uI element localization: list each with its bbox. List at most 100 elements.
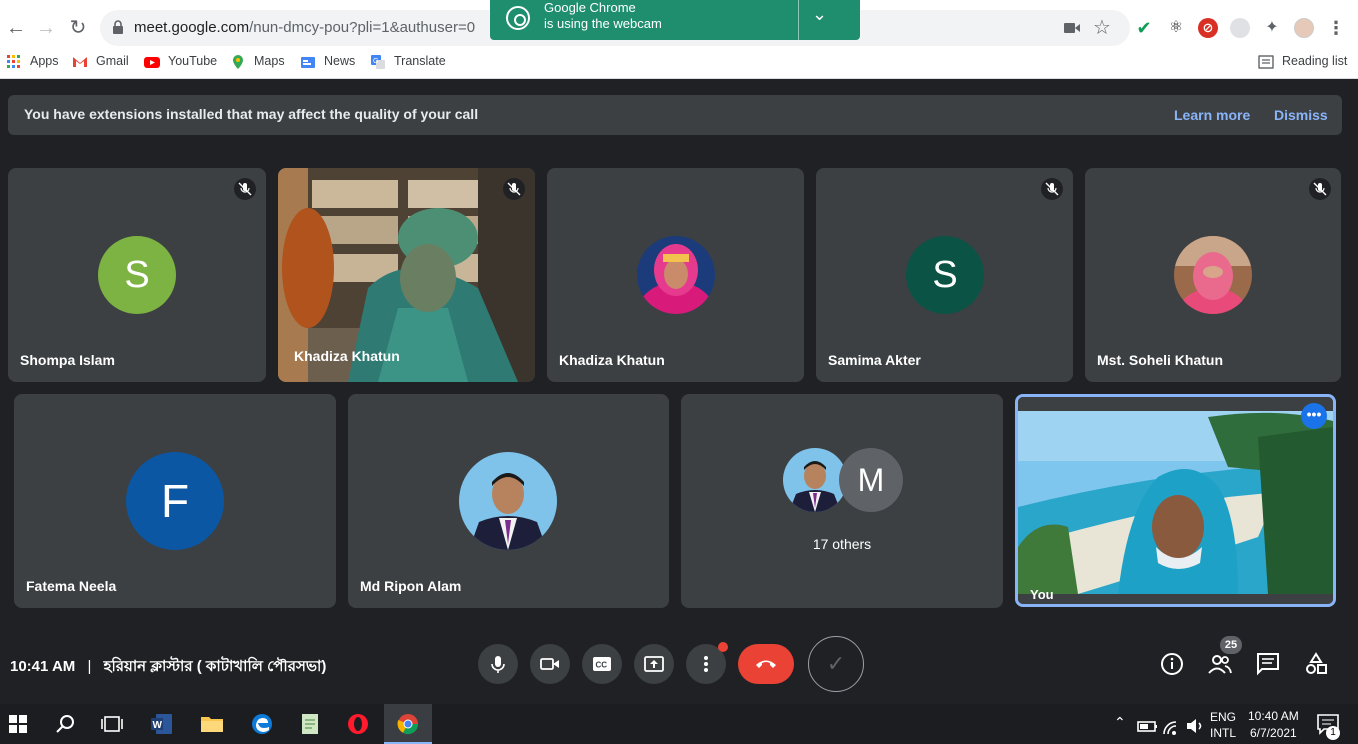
edge-icon[interactable] <box>250 712 274 736</box>
lock-icon <box>113 20 123 34</box>
more-options-icon[interactable]: ••• <box>1301 403 1327 429</box>
apps-grid-icon <box>7 54 20 68</box>
reading-list-button[interactable]: Reading list <box>1258 52 1347 70</box>
present-icon <box>644 656 664 672</box>
participant-name: Fatema Neela <box>26 578 117 594</box>
back-arrow-icon[interactable]: ← <box>4 16 28 40</box>
chevron-up-icon[interactable]: ⌃ <box>1114 714 1126 731</box>
webcam-icon <box>506 6 530 30</box>
notepad-icon[interactable] <box>298 712 322 736</box>
clock-time[interactable]: 10:40 AM <box>1248 709 1299 723</box>
forward-arrow-icon[interactable]: → <box>34 16 58 40</box>
participant-tile[interactable]: Md Ripon Alam <box>348 394 669 608</box>
bookmark-news[interactable]: News <box>300 52 355 70</box>
microphone-button[interactable] <box>478 644 518 684</box>
profile-extension-icon[interactable] <box>1230 18 1250 38</box>
svg-text:W: W <box>153 720 163 731</box>
bookmark-apps[interactable]: Apps <box>6 52 59 70</box>
mic-off-icon <box>503 178 525 200</box>
meeting-title: হরিয়ান ক্লাস্টার ( কাটাখালি পৌরসভা) <box>103 658 327 675</box>
puzzle-extensions-icon[interactable]: ✦ <box>1262 18 1282 38</box>
banner-message: You have extensions installed that may a… <box>24 106 479 122</box>
meeting-info: 10:41 AM | হরিয়ান ক্লাস্টার ( কাটাখালি … <box>10 655 326 680</box>
self-video-feed <box>1018 397 1333 604</box>
bookmark-label: Translate <box>394 54 446 68</box>
bookmark-label: YouTube <box>168 54 218 68</box>
participant-name: You <box>1030 587 1054 602</box>
webcam-indicator-popup: Google Chrome is using the webcam ⌄ <box>490 0 860 40</box>
captions-button[interactable]: CC <box>582 644 622 684</box>
activities-icon[interactable] <box>1304 652 1328 676</box>
participant-name: Samima Akter <box>828 352 921 368</box>
svg-text:CC: CC <box>596 661 608 670</box>
participant-tile[interactable]: M 17 others <box>681 394 1003 608</box>
chrome-menu-icon[interactable]: ⋮ <box>1326 18 1346 38</box>
leave-call-button[interactable] <box>738 644 794 684</box>
microphone-icon <box>491 656 505 673</box>
word-icon[interactable]: W <box>150 712 174 736</box>
bookmark-star-icon[interactable]: ☆ <box>1092 18 1112 38</box>
notification-dot <box>718 642 728 652</box>
participant-tile[interactable]: F Fatema Neela <box>14 394 336 608</box>
chrome-icon <box>397 714 419 735</box>
bookmark-label: Apps <box>30 54 59 68</box>
chat-icon[interactable] <box>1256 652 1280 676</box>
extensions-warning-banner: You have extensions installed that may a… <box>8 95 1342 135</box>
language-layout[interactable]: INTL <box>1210 726 1236 740</box>
translate-icon: G <box>371 54 385 69</box>
reading-list-icon <box>1258 55 1274 69</box>
extension-icon[interactable]: ⚛ <box>1166 18 1186 38</box>
battery-icon[interactable] <box>1136 714 1160 738</box>
separator: | <box>87 658 92 675</box>
mic-off-icon <box>1309 178 1331 200</box>
language-indicator[interactable]: ENG <box>1210 710 1236 724</box>
task-view-icon[interactable] <box>100 712 124 736</box>
popup-divider <box>798 0 799 40</box>
learn-more-link[interactable]: Learn more <box>1174 107 1250 123</box>
camera-indicator-icon[interactable] <box>1062 18 1082 38</box>
bookmark-label: News <box>324 54 356 68</box>
present-screen-button[interactable] <box>634 644 674 684</box>
participant-name: Khadiza Khatun <box>559 352 665 368</box>
camera-button[interactable] <box>530 644 570 684</box>
checkmark-extension-icon[interactable]: ✔ <box>1134 18 1154 38</box>
participant-tile[interactable]: S Shompa Islam <box>8 168 266 382</box>
people-icon[interactable] <box>1208 652 1232 676</box>
participant-name: Shompa Islam <box>20 352 115 368</box>
participant-tile[interactable]: S Samima Akter <box>816 168 1073 382</box>
participant-name: Md Ripon Alam <box>360 578 462 594</box>
maps-icon <box>233 54 243 69</box>
more-options-button[interactable] <box>686 642 728 684</box>
opera-icon[interactable] <box>346 712 370 736</box>
participant-name: Khadiza Khatun <box>294 348 400 364</box>
meeting-details-icon[interactable] <box>1160 652 1184 676</box>
bookmark-youtube[interactable]: YouTube <box>144 52 217 70</box>
chrome-taskbar-item[interactable] <box>384 704 432 744</box>
phone-hangup-icon <box>756 660 776 668</box>
avatar[interactable] <box>1294 18 1314 38</box>
url-text: meet.google.com/nun-dmcy-pou?pli=1&authu… <box>134 19 476 36</box>
chevron-down-icon[interactable]: ⌄ <box>812 4 827 25</box>
windows-start-icon[interactable] <box>6 712 30 736</box>
bookmark-label: Maps <box>254 54 285 68</box>
bookmark-gmail[interactable]: Gmail <box>72 52 129 70</box>
avatar <box>637 236 715 314</box>
file-explorer-icon[interactable] <box>200 712 224 736</box>
bookmark-maps[interactable]: Maps <box>230 52 285 70</box>
bookmark-translate[interactable]: G Translate <box>370 52 446 70</box>
participant-tile[interactable]: Mst. Soheli Khatun <box>1085 168 1341 382</box>
check-ring-icon[interactable]: ✓ <box>808 636 864 692</box>
network-icon[interactable] <box>1160 714 1184 738</box>
self-view-tile[interactable]: ••• You <box>1015 394 1336 607</box>
participant-tile[interactable]: Khadiza Khatun <box>278 168 535 382</box>
blocked-extension-icon[interactable]: ⊘ <box>1198 18 1218 38</box>
volume-icon[interactable] <box>1184 714 1208 738</box>
dismiss-button[interactable]: Dismiss <box>1274 107 1328 123</box>
search-icon[interactable] <box>54 712 78 736</box>
participant-tile[interactable]: Khadiza Khatun <box>547 168 804 382</box>
vertical-dots-icon <box>704 656 708 672</box>
meeting-time: 10:41 AM <box>10 658 76 675</box>
avatar <box>783 448 847 512</box>
reload-icon[interactable]: ↻ <box>66 16 90 40</box>
clock-date[interactable]: 6/7/2021 <box>1250 726 1297 740</box>
